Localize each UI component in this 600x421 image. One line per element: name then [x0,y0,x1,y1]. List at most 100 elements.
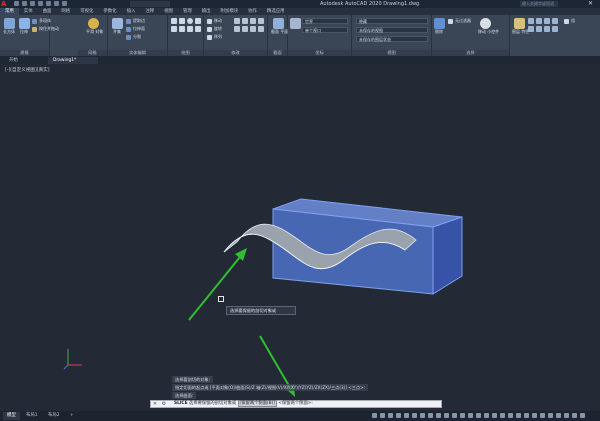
ellipse-icon[interactable] [179,26,185,32]
tab-insert[interactable]: 插入 [122,8,141,15]
new-file-icon[interactable] [14,1,19,6]
group-button[interactable]: 组 [564,18,575,24]
line-icon[interactable] [171,18,177,24]
mirror-icon[interactable] [250,18,256,24]
selection-filter-icon[interactable] [476,413,481,418]
layer-off-icon[interactable] [528,18,534,24]
rectangle-icon[interactable] [171,26,177,32]
copy-icon[interactable] [250,26,256,32]
section-plane-button[interactable]: 截面 平面 [271,17,288,34]
tab-drawing1[interactable]: Drawing1* [48,57,98,64]
fillet-icon[interactable] [242,18,248,24]
ucs-world-dropdown[interactable]: 世界 [302,18,348,24]
lineweight-icon[interactable] [436,413,441,418]
save-icon[interactable] [30,1,35,6]
layer-lock-icon[interactable] [552,18,558,24]
undo-icon[interactable] [54,1,59,6]
union-button[interactable]: 并集 [110,17,124,34]
object-snap-icon[interactable] [428,413,433,418]
move-gizmo-button[interactable]: 移动 小控件 [478,17,499,34]
layer-merge-icon[interactable] [552,26,558,32]
hardware-acceleration-icon[interactable] [564,413,569,418]
quick-properties-icon[interactable] [540,413,545,418]
extrude-face-button[interactable]: 拉伸面 [126,26,145,32]
auto-scale-icon[interactable] [500,413,505,418]
circle-icon[interactable] [187,18,193,24]
help-search-input[interactable]: 键入关键字或短语 [520,1,558,7]
command-line-close-icon[interactable]: ✕ [152,401,158,407]
close-window-icon[interactable]: ✕ [588,0,593,8]
smooth-object-button[interactable]: 平滑 对象 [86,17,103,34]
separate-button[interactable]: 分割 [126,34,141,40]
polyline-icon[interactable] [179,18,185,24]
ortho-icon[interactable] [396,413,401,418]
tab-layout2[interactable]: 布局2 [44,412,64,420]
extrude-button[interactable]: 拉伸 [17,17,31,34]
layer-state-dropdown[interactable]: 未保存的图层状态 [356,36,428,42]
tab-annotate[interactable]: 注释 [140,8,159,15]
autocad-logo-icon[interactable]: A [1,0,10,8]
layer-freeze-icon[interactable] [544,18,550,24]
hatch-icon[interactable] [187,26,193,32]
dynamic-ucs-icon[interactable] [468,413,473,418]
viewport-config-dropdown[interactable]: 单个视口 [302,27,348,33]
extract-edges-button[interactable]: 提取边 [126,18,145,24]
visual-style-dropdown[interactable]: 隐藏 [356,18,428,24]
polysolid-button[interactable]: 多段体 [32,18,51,24]
isolate-objects-icon[interactable] [556,413,561,418]
annotation-visibility-icon[interactable] [492,413,497,418]
selection-filter-button[interactable]: 无过滤器 [448,18,471,24]
culling-toggle-button[interactable]: 剔除 [432,17,446,34]
lock-ui-icon[interactable] [548,413,553,418]
gizmo-status-icon[interactable] [484,413,489,418]
command-line-customize-icon[interactable]: ⚙ [161,401,167,407]
offset-icon[interactable] [258,26,264,32]
culling-button[interactable] [288,17,302,29]
presspull-button[interactable]: 按住并拖动 [32,26,59,32]
layer-walk-icon[interactable] [536,26,542,32]
tab-output[interactable]: 输出 [197,8,216,15]
layer-unisolate-icon[interactable] [544,26,550,32]
object-snap-tracking-icon[interactable] [420,413,425,418]
stretch-icon[interactable] [242,26,248,32]
scale-icon[interactable] [234,26,240,32]
3d-object-snap-icon[interactable] [460,413,465,418]
clean-screen-icon[interactable] [572,413,577,418]
arc-icon[interactable] [195,18,201,24]
tab-parametric[interactable]: 参数化 [98,8,121,15]
box-button[interactable]: 长方体 [2,17,16,34]
spline-icon[interactable] [195,26,201,32]
selection-cycling-icon[interactable] [452,413,457,418]
tab-home[interactable]: 常用 [0,8,19,15]
layer-properties-button[interactable]: 图层 特性 [512,17,529,34]
tab-collaborate[interactable]: 协作 [243,8,262,15]
workspace-selector[interactable] [130,1,170,7]
tab-addins[interactable]: 附加模块 [216,8,244,15]
tab-visualize[interactable]: 可视化 [75,8,98,15]
tab-manage[interactable]: 管理 [178,8,197,15]
layer-isolate-icon[interactable] [536,18,542,24]
tab-mesh[interactable]: 网格 [56,8,75,15]
snap-icon[interactable] [388,413,393,418]
tab-layout1[interactable]: 布局1 [22,412,42,420]
workspace-switching-icon[interactable] [516,413,521,418]
erase-icon[interactable] [258,18,264,24]
isodraft-icon[interactable] [412,413,417,418]
array-button[interactable]: 阵列 [207,34,222,40]
named-view-dropdown[interactable]: 未保存的视图 [356,27,428,33]
tab-model[interactable]: 模型 [3,412,20,420]
add-layout-button[interactable]: + [66,412,78,420]
grid-icon[interactable] [380,413,385,418]
model-space-icon[interactable] [372,413,377,418]
tab-start[interactable]: 开始 [4,57,23,64]
tab-solid[interactable]: 实体 [19,8,38,15]
annotation-monitor-icon[interactable] [524,413,529,418]
annotation-scale-icon[interactable] [508,413,513,418]
polar-icon[interactable] [404,413,409,418]
redo-icon[interactable] [62,1,67,6]
transparency-icon[interactable] [444,413,449,418]
save-as-icon[interactable] [38,1,43,6]
tab-featured-apps[interactable]: 精选应用 [262,8,290,15]
rotate-button[interactable]: 旋转 [207,26,222,32]
command-prompt[interactable]: SLICE 选择要保留的剖切对象或 [保留两个侧面(B)] <保留两个侧面>: [174,400,313,407]
